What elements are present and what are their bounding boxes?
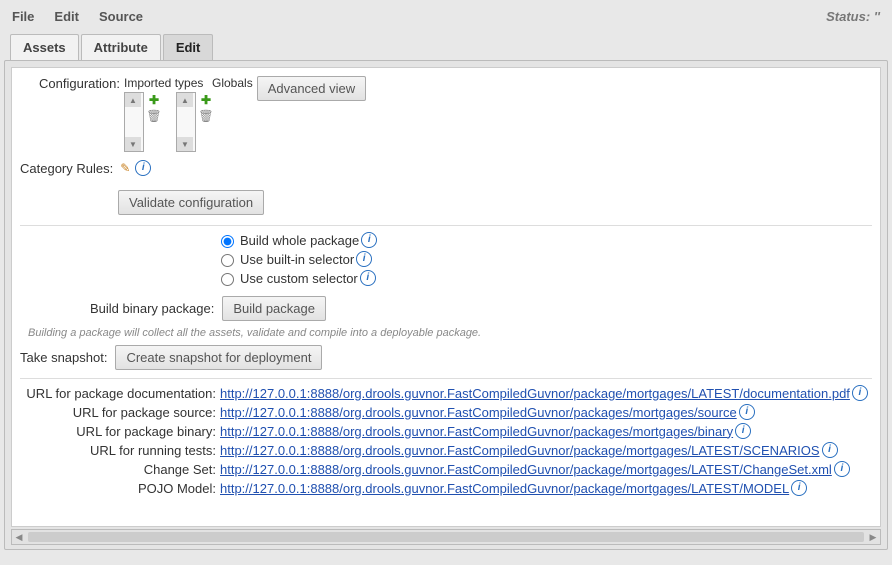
info-icon[interactable]: i bbox=[822, 442, 838, 458]
url-tests-link[interactable]: http://127.0.0.1:8888/org.drools.guvnor.… bbox=[220, 443, 820, 458]
configuration-label: Configuration: bbox=[20, 76, 124, 91]
radio-build-whole-label: Build whole package bbox=[240, 233, 359, 248]
category-rules-row: Category Rules: ✎ i bbox=[20, 160, 872, 176]
edit-panel: Configuration: Imported types Globals ▲ … bbox=[11, 67, 881, 527]
validate-configuration-button[interactable]: Validate configuration bbox=[118, 190, 264, 215]
configuration-row: Configuration: Imported types Globals ▲ … bbox=[20, 76, 872, 152]
imported-types-header: Imported types bbox=[124, 76, 212, 90]
scrollbar-thumb[interactable] bbox=[28, 532, 864, 542]
snapshot-row: Take snapshot: Create snapshot for deplo… bbox=[20, 345, 872, 370]
build-package-button[interactable]: Build package bbox=[222, 296, 326, 321]
radio-builtin-label: Use built-in selector bbox=[240, 252, 354, 267]
info-icon[interactable]: i bbox=[360, 270, 376, 286]
url-bin-link[interactable]: http://127.0.0.1:8888/org.drools.guvnor.… bbox=[220, 424, 733, 439]
globals-block: ▲ ▼ ✚ 🗑 bbox=[176, 92, 214, 152]
url-changeset-link[interactable]: http://127.0.0.1:8888/org.drools.guvnor.… bbox=[220, 462, 832, 477]
url-bin-label: URL for package binary: bbox=[20, 424, 220, 439]
url-changeset-label: Change Set: bbox=[20, 462, 220, 477]
url-pojo-link[interactable]: http://127.0.0.1:8888/org.drools.guvnor.… bbox=[220, 481, 789, 496]
scroll-up-icon[interactable]: ▲ bbox=[125, 93, 141, 107]
info-icon[interactable]: i bbox=[356, 251, 372, 267]
info-icon[interactable]: i bbox=[791, 480, 807, 496]
remove-global-icon[interactable]: 🗑 bbox=[198, 108, 214, 124]
advanced-view-button[interactable]: Advanced view bbox=[257, 76, 366, 101]
horizontal-scrollbar[interactable]: ◀ ▶ bbox=[11, 529, 881, 545]
url-src-link[interactable]: http://127.0.0.1:8888/org.drools.guvnor.… bbox=[220, 405, 737, 420]
info-icon[interactable]: i bbox=[834, 461, 850, 477]
scroll-down-icon[interactable]: ▼ bbox=[125, 137, 141, 151]
menu-source[interactable]: Source bbox=[99, 9, 143, 24]
pencil-icon[interactable]: ✎ bbox=[117, 160, 133, 176]
main-panel: Configuration: Imported types Globals ▲ … bbox=[4, 60, 888, 550]
url-tests-label: URL for running tests: bbox=[20, 443, 220, 458]
url-doc-label: URL for package documentation: bbox=[20, 386, 220, 401]
tab-assets[interactable]: Assets bbox=[10, 34, 79, 60]
build-hint: Building a package will collect all the … bbox=[28, 327, 872, 339]
imported-types-block: ▲ ▼ ✚ 🗑 bbox=[124, 92, 162, 152]
scroll-up-icon[interactable]: ▲ bbox=[177, 93, 193, 107]
radio-build-whole[interactable] bbox=[221, 235, 234, 248]
scroll-right-icon[interactable]: ▶ bbox=[866, 531, 880, 543]
info-icon[interactable]: i bbox=[135, 160, 151, 176]
tab-edit[interactable]: Edit bbox=[163, 34, 214, 60]
create-snapshot-button[interactable]: Create snapshot for deployment bbox=[115, 345, 322, 370]
info-icon[interactable]: i bbox=[852, 385, 868, 401]
tab-bar: Assets Attribute Edit bbox=[4, 34, 888, 60]
radio-builtin-selector[interactable] bbox=[221, 254, 234, 267]
url-src-label: URL for package source: bbox=[20, 405, 220, 420]
info-icon[interactable]: i bbox=[739, 404, 755, 420]
url-block: URL for package documentation: http://12… bbox=[20, 378, 872, 496]
info-icon[interactable]: i bbox=[361, 232, 377, 248]
add-type-icon[interactable]: ✚ bbox=[146, 92, 162, 108]
globals-header: Globals bbox=[212, 76, 253, 90]
globals-list[interactable]: ▲ ▼ bbox=[176, 92, 196, 152]
menubar: File Edit Source Status: '' bbox=[4, 4, 888, 28]
snapshot-label: Take snapshot: bbox=[20, 350, 111, 365]
radio-custom-selector[interactable] bbox=[221, 273, 234, 286]
status-label: Status: '' bbox=[826, 9, 880, 24]
menu-edit[interactable]: Edit bbox=[54, 9, 79, 24]
build-binary-row: Build binary package: Build package bbox=[90, 296, 872, 321]
url-pojo-label: POJO Model: bbox=[20, 481, 220, 496]
scroll-left-icon[interactable]: ◀ bbox=[12, 531, 26, 543]
add-global-icon[interactable]: ✚ bbox=[198, 92, 214, 108]
url-doc-link[interactable]: http://127.0.0.1:8888/org.drools.guvnor.… bbox=[220, 386, 850, 401]
remove-type-icon[interactable]: 🗑 bbox=[146, 108, 162, 124]
imported-types-list[interactable]: ▲ ▼ bbox=[124, 92, 144, 152]
category-rules-label: Category Rules: bbox=[20, 161, 117, 176]
info-icon[interactable]: i bbox=[735, 423, 751, 439]
scroll-down-icon[interactable]: ▼ bbox=[177, 137, 193, 151]
tab-attribute[interactable]: Attribute bbox=[81, 34, 161, 60]
build-binary-label: Build binary package: bbox=[90, 301, 218, 316]
menu-file[interactable]: File bbox=[12, 9, 34, 24]
build-options: Build whole package i Use built-in selec… bbox=[216, 232, 872, 286]
radio-custom-label: Use custom selector bbox=[240, 271, 358, 286]
